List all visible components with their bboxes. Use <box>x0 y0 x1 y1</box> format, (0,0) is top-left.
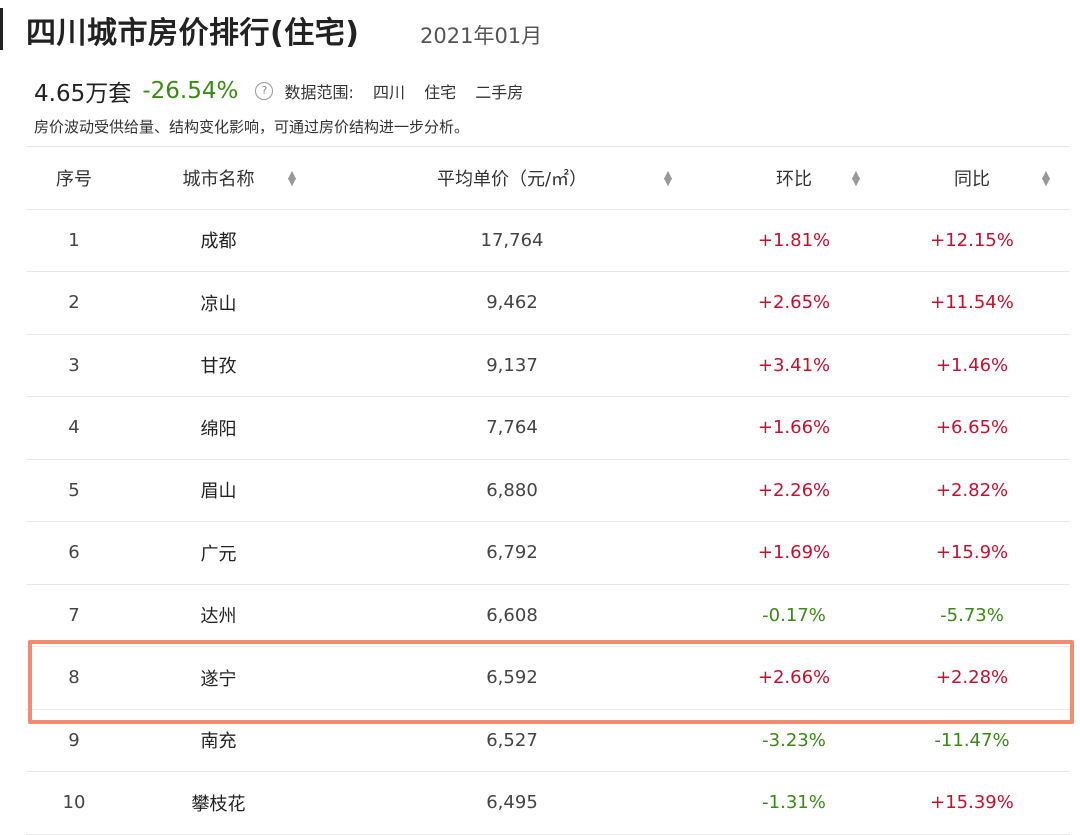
city-cell: 南充 <box>200 731 237 753</box>
yoy-cell: +2.28% <box>935 667 1009 689</box>
help-icon[interactable]: ? <box>255 82 274 100</box>
yoy-cell: -5.73% <box>940 604 1004 626</box>
price-cell: 6,592 <box>486 667 538 689</box>
total-count: 4.65万套 <box>34 81 132 107</box>
table-row[interactable]: 4 绵阳 7,764 +1.66% +6.65% <box>26 397 1070 460</box>
sort-mom-icon[interactable]: ▲ ▼ <box>848 147 864 209</box>
city-cell: 攀枝花 <box>191 793 246 815</box>
yoy-cell: +6.65% <box>935 417 1009 439</box>
mom-cell: -0.17% <box>762 604 826 626</box>
yoy-cell: +2.82% <box>935 479 1009 501</box>
city-cell: 绵阳 <box>200 418 237 440</box>
page-title: 四川城市房价排行(住宅) <box>26 16 360 51</box>
price-cell: 9,137 <box>486 354 538 376</box>
rank-cell: 7 <box>68 604 80 626</box>
price-cell: 7,764 <box>486 417 538 439</box>
table-row[interactable]: 9 南充 6,527 -3.23% -11.47% <box>26 710 1070 772</box>
mom-cell: +2.65% <box>757 292 831 314</box>
title-bar: 四川城市房价排行(住宅) 2021年01月 <box>0 6 1080 51</box>
column-header-mom[interactable]: 环比 <box>726 147 862 209</box>
period-label: 2021年01月 <box>420 24 543 48</box>
column-header-price[interactable]: 平均单价（元/㎡） <box>366 147 658 209</box>
column-header-yoy[interactable]: 同比 <box>904 147 1040 209</box>
mom-cell: +2.26% <box>757 479 831 501</box>
yoy-cell: +11.54% <box>930 292 1014 314</box>
price-cell: 6,527 <box>486 729 538 751</box>
change-percent: -26.54% <box>142 78 239 104</box>
summary-line: 4.65万套 -26.54% ? 数据范围: 四川 住宅 二手房 <box>34 74 524 107</box>
sort-yoy-icon[interactable]: ▲ ▼ <box>1038 147 1054 209</box>
table-header: 序号 城市名称 ▲ ▼ 平均单价（元/㎡） ▲ ▼ 环比 ▲ ▼ 同比 ▲ ▼ <box>26 147 1070 210</box>
yoy-cell: -11.47% <box>934 729 1010 751</box>
yoy-cell: +12.15% <box>930 229 1014 251</box>
yoy-cell: +1.46% <box>935 354 1009 376</box>
table-row[interactable]: 10 攀枝花 6,495 -1.31% +15.39% <box>26 772 1070 835</box>
rank-cell: 9 <box>68 729 80 751</box>
city-cell: 成都 <box>200 231 237 253</box>
rank-cell: 4 <box>68 417 80 439</box>
table-row[interactable]: 6 广元 6,792 +1.69% +15.9% <box>26 522 1070 585</box>
rank-cell: 2 <box>68 292 80 314</box>
price-cell: 9,462 <box>486 292 538 314</box>
title-accent-bar <box>0 8 3 50</box>
table-row[interactable]: 5 眉山 6,880 +2.26% +2.82% <box>26 460 1070 522</box>
mom-cell: +1.66% <box>757 417 831 439</box>
rank-cell: 3 <box>68 354 80 376</box>
rank-cell: 10 <box>62 792 86 814</box>
mom-cell: -1.31% <box>762 792 826 814</box>
column-header-rank: 序号 <box>56 168 92 190</box>
sort-city-icon[interactable]: ▲ ▼ <box>284 147 300 209</box>
mom-cell: +3.41% <box>757 354 831 376</box>
price-cell: 6,495 <box>486 792 538 814</box>
scope-market: 二手房 <box>475 83 524 102</box>
city-cell: 广元 <box>200 543 237 565</box>
note-text: 房价波动受供给量、结构变化影响，可通过房价结构进一步分析。 <box>34 118 470 136</box>
ranking-table: 序号 城市名称 ▲ ▼ 平均单价（元/㎡） ▲ ▼ 环比 ▲ ▼ 同比 ▲ ▼ 1 成都… <box>26 147 1070 835</box>
sort-price-icon[interactable]: ▲ ▼ <box>660 147 676 209</box>
table-row[interactable]: 3 甘孜 9,137 +3.41% +1.46% <box>26 335 1070 397</box>
city-cell: 甘孜 <box>200 356 237 378</box>
scope-label: 数据范围: <box>284 83 354 102</box>
table-row[interactable]: 1 成都 17,764 +1.81% +12.15% <box>26 210 1070 272</box>
mom-cell: +1.69% <box>757 542 831 564</box>
mom-cell: +2.66% <box>757 667 831 689</box>
price-cell: 6,880 <box>486 479 538 501</box>
city-cell: 凉山 <box>200 293 237 315</box>
table-row[interactable]: 7 达州 6,608 -0.17% -5.73% <box>26 585 1070 647</box>
price-cell: 6,792 <box>486 542 538 564</box>
scope-type: 住宅 <box>424 83 457 102</box>
rank-cell: 6 <box>68 542 80 564</box>
mom-cell: +1.81% <box>757 229 831 251</box>
scope-region: 四川 <box>373 83 406 102</box>
city-cell: 达州 <box>200 606 237 628</box>
table-row[interactable]: 2 凉山 9,462 +2.65% +11.54% <box>26 272 1070 335</box>
yoy-cell: +15.39% <box>930 792 1014 814</box>
city-cell: 遂宁 <box>200 668 237 690</box>
mom-cell: -3.23% <box>762 729 826 751</box>
table-row-highlighted[interactable]: 8 遂宁 6,592 +2.66% +2.28% <box>26 647 1070 710</box>
column-header-city[interactable]: 城市名称 <box>141 147 296 209</box>
rank-cell: 1 <box>68 229 80 251</box>
rank-cell: 8 <box>68 667 80 689</box>
yoy-cell: +15.9% <box>935 542 1009 564</box>
city-cell: 眉山 <box>200 481 237 503</box>
rank-cell: 5 <box>68 479 80 501</box>
price-cell: 17,764 <box>480 229 544 251</box>
price-cell: 6,608 <box>486 604 538 626</box>
